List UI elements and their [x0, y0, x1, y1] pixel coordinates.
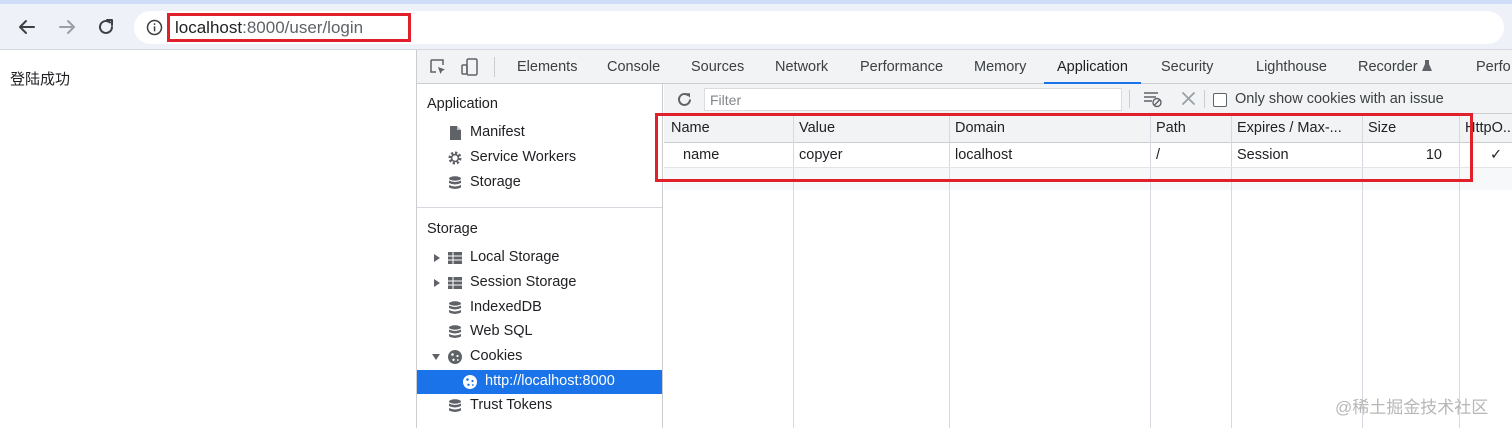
- sidebar-item-label: Web SQL: [470, 323, 533, 339]
- sidebar-item-service-workers[interactable]: Service Workers: [417, 146, 662, 170]
- sidebar-section-application: Application: [427, 96, 498, 112]
- cookies-toolbar: Only show cookies with an issue: [664, 84, 1512, 114]
- only-issues-checkbox[interactable]: [1213, 93, 1227, 107]
- database-icon: [449, 301, 461, 314]
- cookie-icon: [463, 375, 477, 389]
- forward-button[interactable]: [52, 12, 82, 42]
- grid-icon: [448, 277, 462, 289]
- cookie-icon: [448, 350, 462, 364]
- watermark-text: @稀土掘金技术社区: [1335, 398, 1489, 417]
- sidebar-item-label: IndexedDB: [470, 299, 542, 315]
- sidebar-item-label: Trust Tokens: [470, 397, 553, 413]
- chevron-right-icon[interactable]: [433, 254, 441, 262]
- tab-lighthouse[interactable]: Lighthouse: [1256, 50, 1327, 84]
- sidebar-item-storage[interactable]: Storage: [417, 171, 662, 195]
- sidebar-item-indexeddb[interactable]: IndexedDB: [417, 296, 662, 320]
- gear-icon: [448, 151, 462, 165]
- tab-recorder[interactable]: Recorder: [1358, 50, 1432, 84]
- tab-application[interactable]: Application: [1044, 50, 1141, 84]
- devtools-panel: Elements Console Sources Network Perform…: [416, 50, 1512, 428]
- database-icon: [449, 325, 461, 338]
- sidebar-item-label: Local Storage: [470, 249, 560, 265]
- chevron-down-icon[interactable]: [432, 353, 440, 361]
- sidebar-item-cookies[interactable]: Cookies: [417, 345, 662, 369]
- tab-performance-insights[interactable]: Perfo: [1476, 50, 1511, 84]
- sidebar-item-trust-tokens[interactable]: Trust Tokens: [417, 394, 662, 418]
- sidebar-divider: [417, 207, 662, 208]
- sidebar-item-label: Service Workers: [470, 149, 577, 165]
- sidebar-item-label: Cookies: [470, 348, 523, 364]
- inspect-element-icon[interactable]: [428, 57, 448, 77]
- arrow-left-icon: [19, 20, 35, 34]
- tab-security[interactable]: Security: [1161, 50, 1213, 84]
- clear-filtered-icon[interactable]: [1143, 90, 1163, 108]
- back-button[interactable]: [12, 12, 42, 42]
- info-circle-icon[interactable]: [146, 19, 163, 36]
- database-icon: [449, 399, 461, 412]
- grid-icon: [448, 252, 462, 264]
- tab-performance[interactable]: Performance: [860, 50, 943, 84]
- sidebar-item-session-storage[interactable]: Session Storage: [417, 271, 662, 295]
- reload-icon: [99, 19, 113, 34]
- application-sidebar: Application Manifest Service Workers Sto…: [417, 84, 663, 428]
- sidebar-item-label: Session Storage: [470, 274, 577, 290]
- tab-network[interactable]: Network: [775, 50, 828, 84]
- toolbar-separator: [1204, 90, 1205, 108]
- sidebar-item-label: Manifest: [470, 124, 525, 140]
- tab-memory[interactable]: Memory: [974, 50, 1026, 84]
- sidebar-item-label: http://localhost:8000: [485, 373, 615, 389]
- only-issues-label: Only show cookies with an issue: [1235, 91, 1444, 107]
- sidebar-item-cookie-origin[interactable]: http://localhost:8000: [417, 370, 662, 394]
- document-icon: [450, 126, 461, 140]
- tab-sources[interactable]: Sources: [691, 50, 744, 84]
- reload-button[interactable]: [91, 12, 121, 42]
- url-highlight-box: [167, 13, 411, 42]
- tab-console[interactable]: Console: [607, 50, 660, 84]
- close-x-icon[interactable]: [1182, 92, 1195, 105]
- sidebar-item-manifest[interactable]: Manifest: [417, 121, 662, 145]
- filter-input[interactable]: [704, 88, 1122, 111]
- sidebar-item-local-storage[interactable]: Local Storage: [417, 246, 662, 270]
- cookie-row-highlight-box: [655, 113, 1473, 182]
- tab-recorder-label: Recorder: [1358, 59, 1418, 75]
- sidebar-item-label: Storage: [470, 174, 521, 190]
- arrow-right-icon: [59, 20, 75, 34]
- tab-elements[interactable]: Elements: [517, 50, 577, 84]
- chevron-right-icon[interactable]: [433, 279, 441, 287]
- devtools-tab-bar: Elements Console Sources Network Perform…: [417, 50, 1512, 84]
- sidebar-item-web-sql[interactable]: Web SQL: [417, 320, 662, 344]
- cell-httponly[interactable]: ✓: [1490, 147, 1502, 163]
- refresh-icon[interactable]: [676, 91, 693, 108]
- sidebar-section-storage: Storage: [427, 221, 478, 237]
- page-body-text: 登陆成功: [10, 71, 71, 88]
- database-icon: [449, 176, 461, 189]
- tab-separator: [494, 57, 495, 77]
- toolbar-separator: [1129, 90, 1130, 108]
- device-toolbar-icon[interactable]: [460, 57, 480, 77]
- flask-icon: [1421, 60, 1432, 71]
